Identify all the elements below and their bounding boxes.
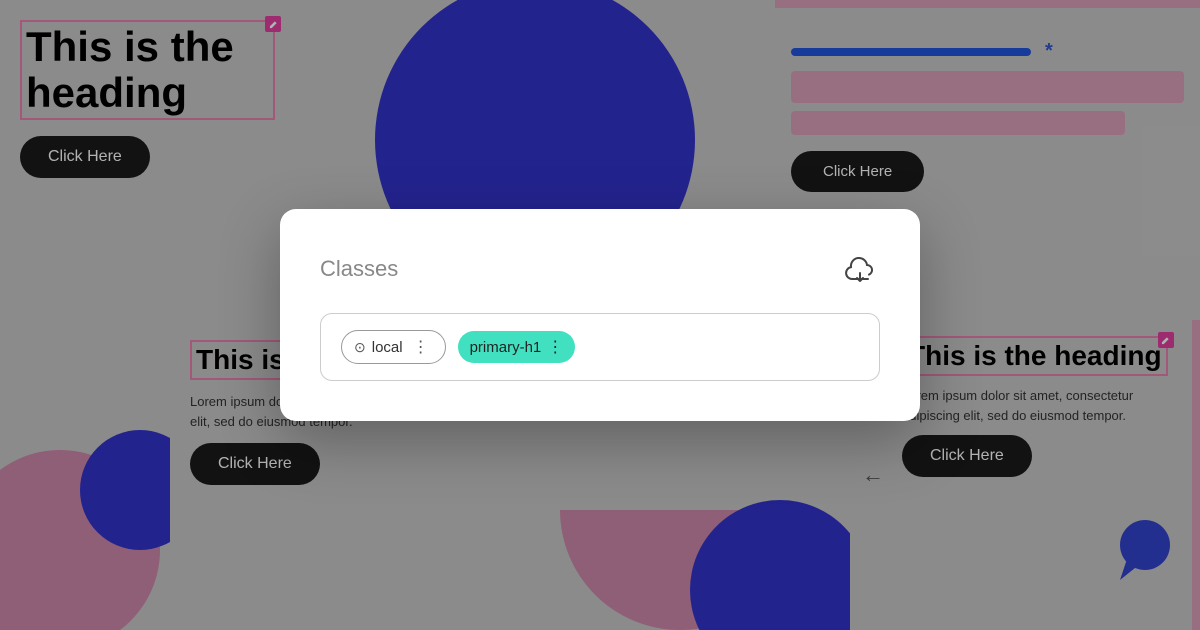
local-tag-dots-menu[interactable]: ⋮ [409,337,433,357]
classes-modal: Classes ⊙ local ⋮ primary-h1 ⋮ [280,209,920,421]
modal-overlay: Classes ⊙ local ⋮ primary-h1 ⋮ [0,0,1200,630]
modal-header: Classes [320,249,880,289]
primary-h1-class-tag: primary-h1 ⋮ [458,331,576,363]
modal-title: Classes [320,256,398,282]
cloud-save-icon[interactable] [840,249,880,289]
local-class-tag: ⊙ local ⋮ [341,330,446,364]
local-tag-label: local [372,339,403,356]
primary-tag-dots-menu[interactable]: ⋮ [547,337,563,357]
primary-tag-label: primary-h1 [470,339,542,356]
modal-body: ⊙ local ⋮ primary-h1 ⋮ [320,313,880,381]
pin-icon: ⊙ [354,339,366,356]
